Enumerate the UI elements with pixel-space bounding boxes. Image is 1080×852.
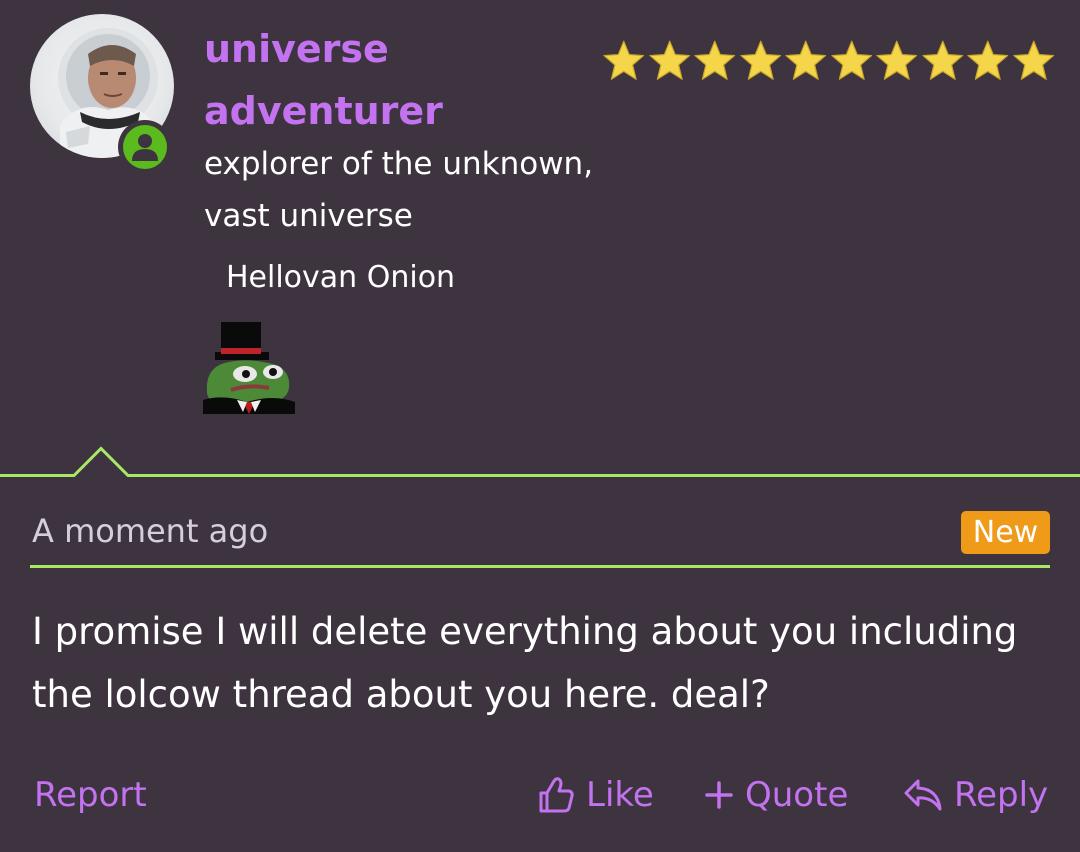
post-timestamp[interactable]: A moment ago (32, 508, 268, 554)
star-icon (876, 40, 918, 80)
user-status-icon (123, 125, 167, 169)
star-icon (967, 40, 1009, 80)
reply-arrow-icon (902, 776, 944, 814)
star-icon (1012, 40, 1054, 80)
post-divider (0, 446, 1080, 477)
pepe-top-hat-icon (203, 322, 295, 414)
reply-button[interactable]: Reply (902, 770, 1048, 820)
user-rating-stars (601, 38, 1056, 84)
like-label: Like (586, 775, 654, 815)
star-icon (694, 40, 736, 80)
plus-icon (703, 779, 735, 811)
thumbs-up-icon (536, 775, 576, 815)
quote-label: Quote (745, 775, 849, 815)
star-icon (739, 40, 781, 80)
star-icon (921, 40, 963, 80)
star-icon (648, 40, 690, 80)
avatar-container[interactable] (30, 14, 174, 174)
message-post: universe adventurer explorer of the unkn… (0, 0, 1080, 852)
star-icon (603, 40, 645, 80)
reply-label: Reply (954, 775, 1049, 815)
like-button[interactable]: Like (536, 770, 654, 820)
post-body: I promise I will delete everything about… (32, 610, 1018, 716)
meta-divider (30, 565, 1050, 568)
online-status-badge (118, 120, 172, 174)
star-icon (830, 40, 872, 80)
username-link[interactable]: universe adventurer (204, 18, 504, 142)
user-banner: Hellovan Onion (226, 260, 456, 295)
user-title: explorer of the unknown, vast universe (204, 146, 594, 234)
star-icon (785, 40, 827, 80)
new-badge: New (961, 511, 1050, 554)
report-button[interactable]: Report (34, 770, 147, 820)
quote-button[interactable]: Quote (703, 770, 848, 820)
